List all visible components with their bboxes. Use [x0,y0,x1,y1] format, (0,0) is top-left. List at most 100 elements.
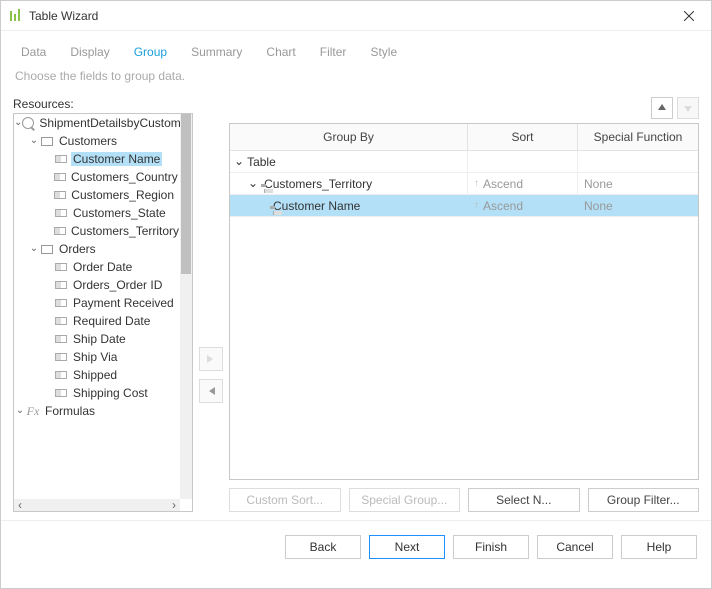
custom-sort-button[interactable]: Custom Sort... [229,488,341,512]
tree-label: Shipped [71,368,119,382]
tree-label: Customers_Country [69,170,180,184]
group-filter-button[interactable]: Group Filter... [588,488,700,512]
tree-field[interactable]: Ship Via [14,348,180,366]
tree-field[interactable]: Orders_Order ID [14,276,180,294]
field-icon [54,225,66,237]
expand-icon[interactable]: ⌄ [248,176,258,190]
scrollbar-thumb[interactable] [181,114,191,274]
fx-icon: Fx [26,405,40,417]
tab-display[interactable]: Display [62,41,117,63]
tree-label: Customers_State [71,206,168,220]
arrow-left-icon [205,385,217,397]
grid-row-selected[interactable]: Customer Name ↑Ascend None [230,195,698,217]
tree-label: Shipping Cost [71,386,150,400]
special-group-button[interactable]: Special Group... [349,488,461,512]
scroll-right-icon[interactable]: › [168,499,180,511]
tree-field[interactable]: Customers_Territory [14,222,180,240]
field-icon [54,261,68,273]
grid-cell[interactable]: Ascend [483,199,523,213]
tab-style[interactable]: Style [362,41,405,63]
window-title: Table Wizard [29,9,675,23]
horizontal-scrollbar[interactable]: ‹ › [14,499,180,511]
tab-chart[interactable]: Chart [258,41,303,63]
tree-field[interactable]: Customers_State [14,204,180,222]
expand-icon[interactable]: ⌄ [14,117,22,128]
field-icon [54,315,68,327]
wizard-footer: Back Next Finish Cancel Help [1,520,711,573]
field-icon [54,369,68,381]
folder-icon [40,243,54,255]
grid-root-row[interactable]: ⌄Table [230,151,698,173]
expand-icon[interactable]: ⌄ [14,405,26,416]
tab-filter[interactable]: Filter [312,41,355,63]
tree-label: Formulas [43,404,97,418]
page-subtitle: Choose the fields to group data. [1,63,711,97]
cancel-button[interactable]: Cancel [537,535,613,559]
transfer-buttons [197,97,225,512]
tree-root[interactable]: ⌄ ShipmentDetailsbyCustomer [14,114,180,132]
expand-icon[interactable]: ⌄ [28,243,40,254]
finish-button[interactable]: Finish [453,535,529,559]
next-button[interactable]: Next [369,535,445,559]
grid-cell[interactable]: Ascend [483,177,523,191]
arrow-right-icon [205,353,217,365]
group-panel: Group By Sort Special Function ⌄Table ⌄ C… [229,97,699,512]
tree-label: Orders [57,242,98,256]
col-special-function[interactable]: Special Function [578,124,698,150]
tree-field[interactable]: Customers_Region [14,186,180,204]
vertical-scrollbar[interactable] [180,114,192,499]
tree-orders[interactable]: ⌄ Orders [14,240,180,258]
tree-field[interactable]: Payment Received [14,294,180,312]
grid-cell[interactable]: None [584,199,613,213]
tree-field[interactable]: Customers_Country [14,168,180,186]
resources-panel: Resources: ⌄ ShipmentDetailsbyCustomer ⌄… [13,97,193,512]
remove-button[interactable] [199,379,223,403]
tree-label: Customers [57,134,119,148]
expand-icon[interactable]: ⌄ [234,154,244,168]
col-sort[interactable]: Sort [468,124,578,150]
tree-field[interactable]: Customer Name [14,150,180,168]
close-icon [684,11,694,21]
tab-group[interactable]: Group [126,41,175,63]
app-icon [9,9,23,23]
tree-root-label: ShipmentDetailsbyCustomer [37,116,180,130]
ascend-icon: ↑ [474,178,479,189]
grid-cell[interactable]: None [584,177,613,191]
tab-summary[interactable]: Summary [183,41,250,63]
move-up-button[interactable] [651,97,673,119]
query-icon [22,117,34,129]
field-icon [54,207,68,219]
tree-label: Orders_Order ID [71,278,164,292]
help-button[interactable]: Help [621,535,697,559]
tree-field[interactable]: Shipped [14,366,180,384]
tree-field[interactable]: Order Date [14,258,180,276]
field-icon [54,387,68,399]
field-icon [54,297,68,309]
tab-data[interactable]: Data [13,41,54,63]
field-icon [54,351,68,363]
tree-label: Ship Date [71,332,128,346]
resources-tree[interactable]: ⌄ ShipmentDetailsbyCustomer ⌄ Customers … [13,113,193,512]
back-button[interactable]: Back [285,535,361,559]
grid-actions: Custom Sort... Special Group... Select N… [229,480,699,512]
tree-label: Order Date [71,260,134,274]
close-button[interactable] [675,2,703,30]
tree-label: Customers_Territory [69,224,180,238]
add-button[interactable] [199,347,223,371]
tree-customers[interactable]: ⌄ Customers [14,132,180,150]
tree-field[interactable]: Ship Date [14,330,180,348]
scroll-left-icon[interactable]: ‹ [14,499,26,511]
tree-field[interactable]: Required Date [14,312,180,330]
grid-row[interactable]: ⌄Customers_Territory ↑Ascend None [230,173,698,195]
tree-formulas[interactable]: ⌄ Fx Formulas [14,402,180,420]
tree-label: Customers_Region [69,188,176,202]
tree-field[interactable]: Shipping Cost [14,384,180,402]
group-grid[interactable]: Group By Sort Special Function ⌄Table ⌄ C… [229,123,699,480]
tree-label: Payment Received [71,296,176,310]
field-icon [54,189,66,201]
expand-icon[interactable]: ⌄ [28,135,40,146]
select-n-button[interactable]: Select N... [468,488,580,512]
folder-icon [40,135,54,147]
move-down-button[interactable] [677,97,699,119]
col-group-by[interactable]: Group By [230,124,468,150]
